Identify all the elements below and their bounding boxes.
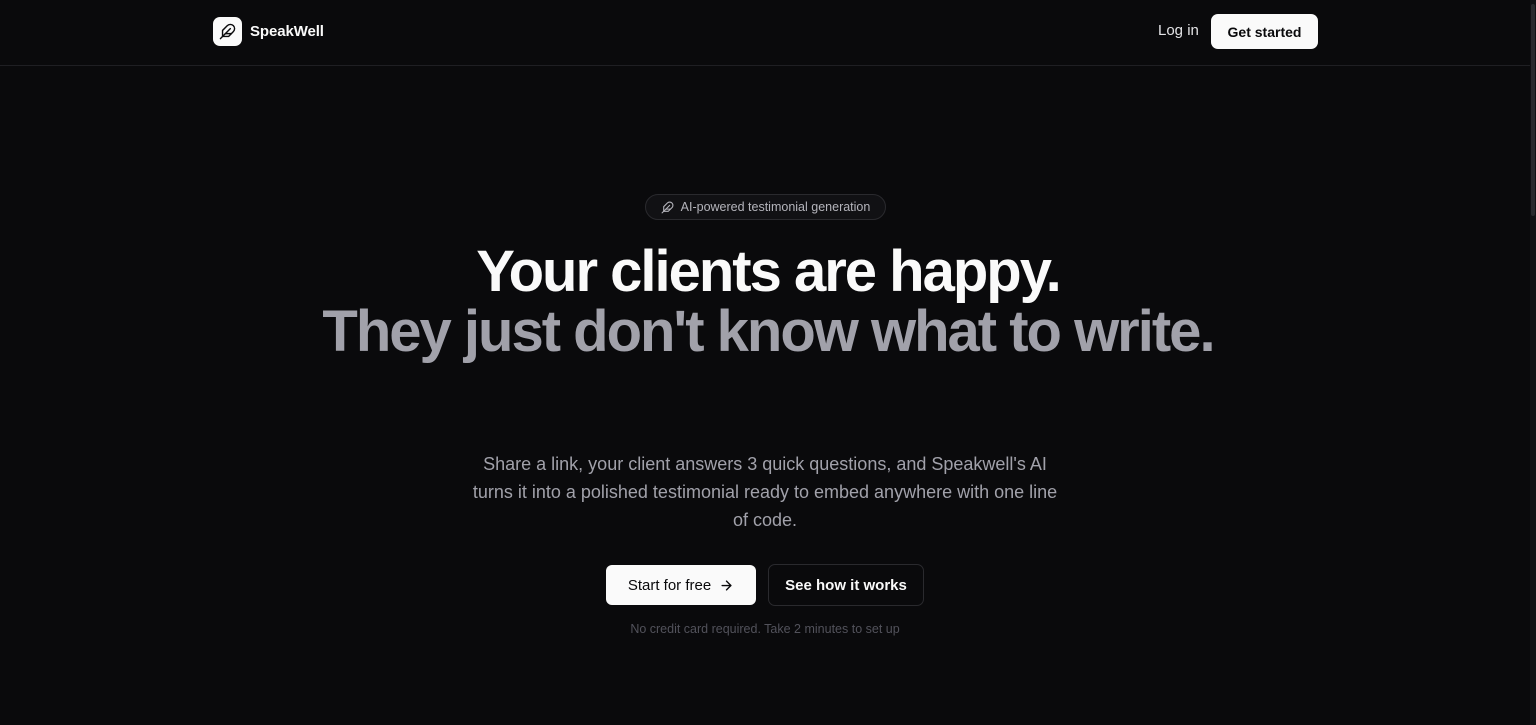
no-credit-card-note: No credit card required. Take 2 minutes … xyxy=(630,622,900,636)
hero-subtitle: Share a link, your client answers 3 quic… xyxy=(472,454,1058,530)
page-scrollbar[interactable] xyxy=(1530,0,1536,725)
hero-headline: Your clients are happy. They just don't … xyxy=(268,242,1268,362)
see-how-it-works-button[interactable]: See how it works xyxy=(768,564,924,606)
get-started-button[interactable]: Get started xyxy=(1211,14,1318,49)
start-for-free-button[interactable]: Start for free xyxy=(606,565,756,605)
badge-label: AI-powered testimonial generation xyxy=(680,200,871,214)
feature-badge: AI-powered testimonial generation xyxy=(645,194,886,220)
top-navigation: SpeakWell Log in Get started xyxy=(0,0,1530,66)
feather-icon xyxy=(661,201,674,214)
start-for-free-label: Start for free xyxy=(627,576,712,594)
feather-icon xyxy=(213,16,242,46)
scrollbar-thumb[interactable] xyxy=(1531,4,1535,216)
brand-logo-link[interactable]: SpeakWell xyxy=(213,16,324,46)
headline-line-1: Your clients are happy. xyxy=(476,239,1062,304)
arrow-right-icon xyxy=(719,578,734,593)
headline-line-2: They just don't know what to write. xyxy=(322,299,1215,364)
login-link[interactable]: Log in xyxy=(1158,22,1199,39)
landing-page: SpeakWell Log in Get started AI-powered … xyxy=(0,0,1536,725)
brand-name: SpeakWell xyxy=(250,22,324,40)
